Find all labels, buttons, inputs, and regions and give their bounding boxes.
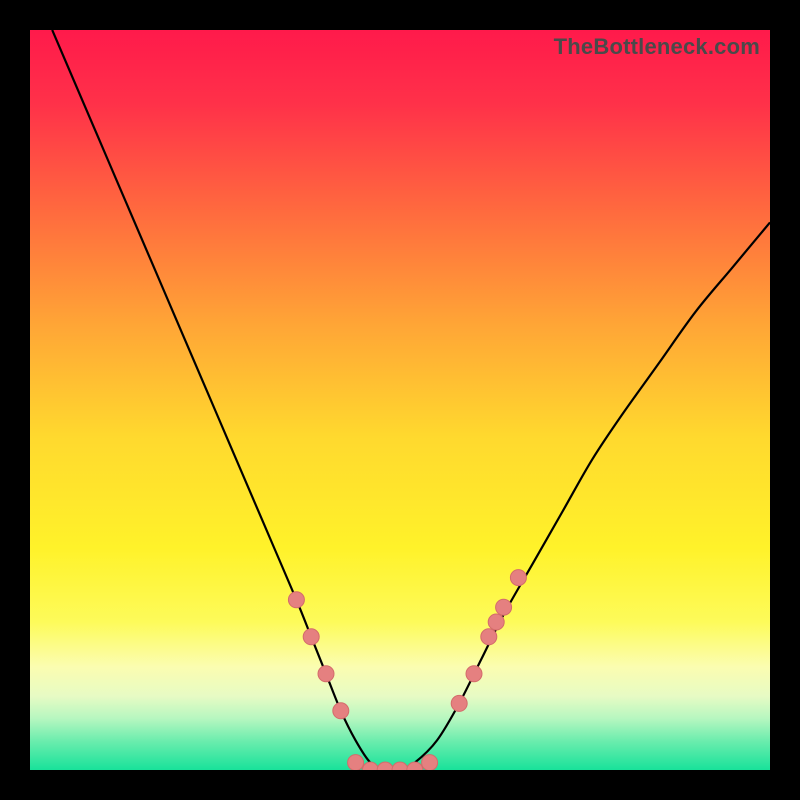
chart-stage: TheBottleneck.com	[0, 0, 800, 800]
marker-point	[318, 666, 334, 682]
marker-point	[407, 762, 423, 770]
plot-area: TheBottleneck.com	[30, 30, 770, 770]
marker-point	[392, 762, 408, 770]
marker-point	[451, 695, 467, 711]
marker-point	[496, 599, 512, 615]
marker-point	[422, 755, 438, 770]
marker-point	[377, 762, 393, 770]
marker-point	[303, 629, 319, 645]
marker-point	[481, 629, 497, 645]
marker-point	[288, 592, 304, 608]
marker-point	[510, 570, 526, 586]
marker-point	[488, 614, 504, 630]
marker-point	[333, 703, 349, 719]
highlight-markers	[288, 570, 526, 770]
marker-point	[362, 762, 378, 770]
bottleneck-curve	[52, 30, 770, 770]
watermark-text: TheBottleneck.com	[554, 34, 760, 60]
marker-point	[348, 755, 364, 770]
marker-point	[466, 666, 482, 682]
curve-layer	[30, 30, 770, 770]
